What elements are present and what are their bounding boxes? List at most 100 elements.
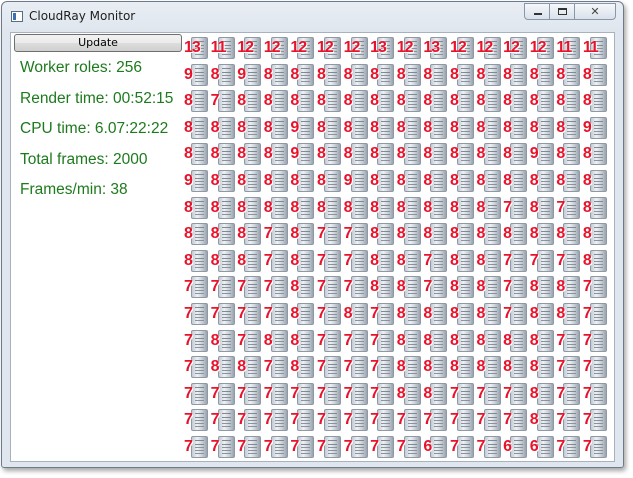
worker-frame-count: 7 [370, 304, 379, 322]
worker-tile: 8 [556, 62, 584, 89]
worker-tile: 8 [423, 141, 451, 168]
worker-frame-count: 9 [582, 118, 592, 136]
worker-frame-count: 8 [237, 171, 246, 189]
worker-frame-count: 8 [370, 171, 379, 189]
worker-frame-count: 7 [210, 437, 220, 455]
worker-frame-count: 8 [449, 225, 459, 243]
worker-tile: 8 [449, 248, 478, 275]
worker-frame-count: 8 [503, 331, 512, 349]
worker-frame-count: 8 [476, 225, 486, 243]
worker-tile: 8 [184, 195, 212, 222]
worker-tile: 7 [556, 328, 584, 355]
worker-tile: 8 [450, 328, 478, 355]
worker-tile: 8 [396, 301, 425, 328]
worker-tile: 8 [237, 88, 265, 115]
worker-frame-count: 8 [184, 145, 193, 163]
worker-frame-count: 12 [343, 39, 361, 56]
worker-frame-count: 8 [290, 331, 299, 349]
update-button[interactable]: Update [14, 34, 182, 52]
worker-frame-count: 8 [316, 171, 326, 189]
minimize-icon [534, 13, 542, 15]
worker-frame-count: 12 [316, 39, 334, 56]
worker-tile: 8 [477, 274, 505, 301]
worker-tile: 8 [583, 168, 611, 195]
worker-tile: 8 [211, 62, 239, 89]
window-title: CloudRay Monitor [29, 9, 136, 23]
worker-tile: 8 [397, 381, 425, 408]
worker-tile: 8 [530, 301, 558, 328]
worker-frame-count: 8 [476, 65, 486, 83]
worker-frame-count: 8 [503, 358, 512, 376]
worker-tile: 9 [184, 62, 212, 89]
worker-frame-count: 7 [556, 411, 565, 429]
worker-frame-count: 12 [290, 39, 307, 56]
maximize-button[interactable] [549, 3, 575, 20]
worker-frame-count: 8 [582, 92, 592, 110]
worker-frame-count: 8 [476, 198, 486, 216]
worker-tile: 7 [423, 407, 451, 434]
worker-tile: 12 [343, 35, 372, 62]
worker-frame-count: 7 [263, 278, 273, 296]
worker-frame-count: 8 [529, 171, 539, 189]
worker-frame-count: 7 [290, 437, 299, 455]
worker-tile: 7 [264, 381, 292, 408]
worker-tile: 8 [530, 88, 558, 115]
worker-frame-count: 8 [316, 145, 326, 163]
worker-tile: 12 [530, 35, 558, 62]
worker-frame-count: 7 [503, 278, 512, 296]
worker-tile: 8 [397, 195, 425, 222]
worker-tile: 8 [264, 195, 292, 222]
worker-tile: 7 [503, 195, 531, 222]
worker-frame-count: 7 [237, 331, 246, 349]
worker-tile: 8 [530, 115, 558, 142]
worker-tile: 8 [477, 115, 505, 142]
worker-tile: 8 [370, 274, 398, 301]
worker-tile: 7 [290, 434, 318, 461]
worker-frame-count: 7 [556, 358, 565, 376]
worker-frame-count: 8 [476, 92, 486, 110]
worker-frame-count: 8 [370, 251, 379, 269]
worker-frame-count: 7 [396, 411, 406, 429]
worker-frame-count: 8 [263, 65, 273, 83]
worker-frame-count: 7 [210, 384, 220, 402]
worker-tile: 7 [317, 221, 345, 248]
worker-frame-count: 7 [316, 278, 326, 296]
minimize-button[interactable] [524, 3, 550, 20]
worker-frame-count: 7 [316, 437, 326, 455]
app-icon[interactable] [11, 11, 23, 22]
worker-tile: 7 [370, 407, 398, 434]
worker-frame-count: 8 [210, 171, 220, 189]
worker-tile: 8 [237, 354, 265, 381]
worker-frame-count: 7 [423, 278, 432, 296]
worker-tile: 11 [583, 35, 611, 62]
worker-tile: 7 [317, 354, 345, 381]
worker-frame-count: 8 [556, 118, 565, 136]
title-bar[interactable]: CloudRay Monitor ✕ [2, 2, 623, 30]
worker-frame-count: 9 [529, 145, 539, 163]
worker-tile: 6 [530, 434, 558, 461]
worker-frame-count: 8 [263, 92, 273, 110]
worker-tile: 7 [264, 407, 292, 434]
worker-tile: 6 [423, 434, 451, 461]
worker-tile: 8 [263, 62, 292, 89]
worker-tile: 7 [503, 407, 531, 434]
worker-tile: 8 [237, 115, 265, 142]
worker-frame-count: 7 [237, 304, 246, 322]
worker-frame-count: 8 [210, 225, 220, 243]
worker-frame-count: 9 [237, 65, 246, 83]
worker-tile: 11 [556, 35, 584, 62]
worker-frame-count: 7 [343, 411, 353, 429]
worker-frame-count: 8 [503, 171, 512, 189]
worker-tile: 8 [344, 195, 372, 222]
worker-frame-count: 9 [184, 65, 193, 83]
worker-tile: 9 [344, 168, 372, 195]
worker-tile: 8 [556, 115, 584, 142]
worker-tile: 7 [370, 301, 398, 328]
close-button[interactable]: ✕ [574, 3, 616, 20]
worker-frame-count: 8 [396, 304, 406, 322]
worker-frame-count: 7 [476, 437, 486, 455]
worker-tile: 7 [583, 274, 611, 301]
worker-frame-count: 8 [449, 251, 459, 269]
worker-frame-count: 8 [263, 145, 273, 163]
worker-tile: 8 [530, 195, 558, 222]
